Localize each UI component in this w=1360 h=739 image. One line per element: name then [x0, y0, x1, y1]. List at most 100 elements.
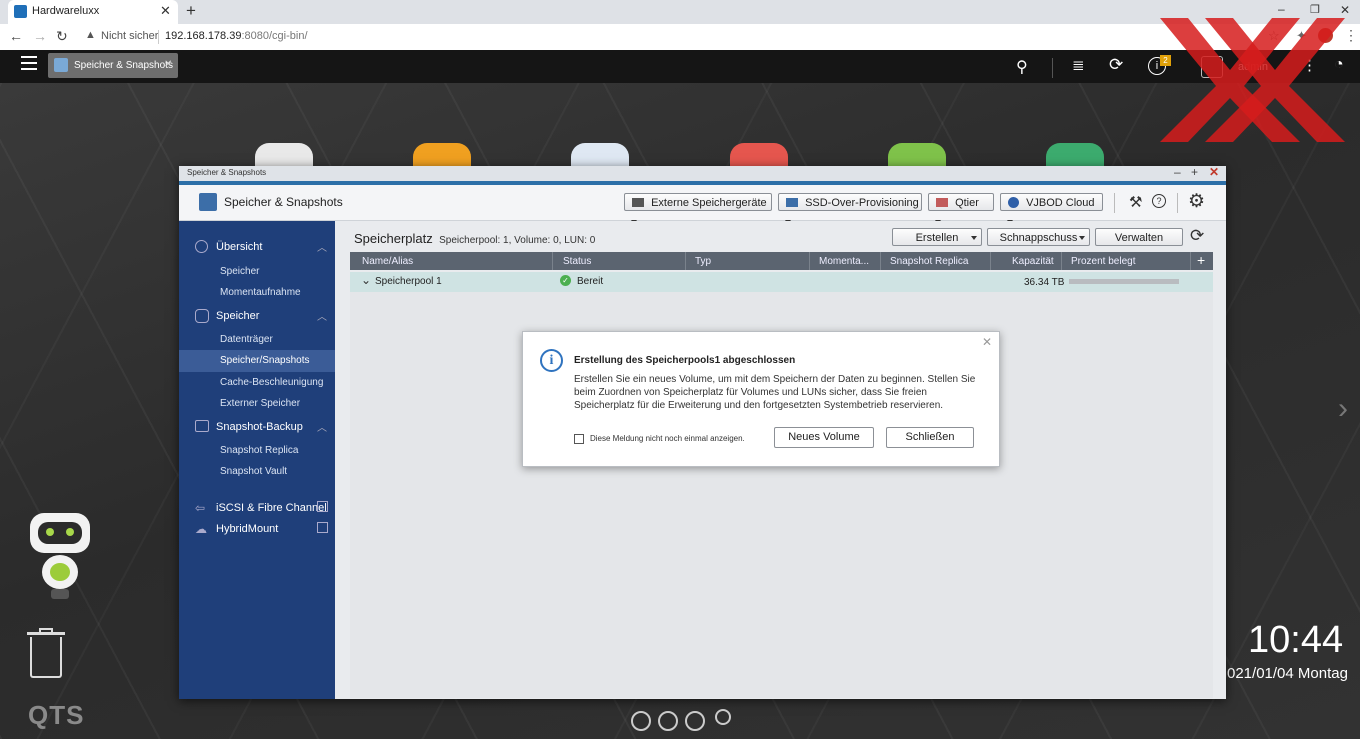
sidebar-item-cache[interactable]: Cache-Beschleunigung	[220, 377, 323, 388]
settings-gear-icon[interactable]: ⚙	[1188, 190, 1205, 213]
window-titlebar[interactable]: Speicher & Snapshots – + ✕	[179, 165, 1226, 181]
address-bar: ← → ↻ ▲ Nicht sicher 192.168.178.39:8080…	[0, 24, 1360, 51]
completion-dialog: ✕ i Erstellung des Speicherpools1 abgesc…	[522, 331, 1000, 467]
chevron-up-icon[interactable]: ︿	[317, 419, 327, 434]
sidebar-link-iscsi[interactable]: iSCSI & Fibre Channel	[216, 502, 327, 514]
snapshot-dropdown-button[interactable]: Schnappschuss	[987, 228, 1090, 246]
column-header-name[interactable]: Name/Alias	[362, 256, 413, 267]
new-tab-button[interactable]: +	[186, 1, 196, 21]
sidebar-section-storage[interactable]: Speicher	[216, 310, 259, 322]
dialog-message: Erstellen Sie ein neues Volume, um mit d…	[574, 374, 976, 411]
storage-summary: Speicherpool: 1, Volume: 0, LUN: 0	[439, 235, 596, 246]
column-header-capacity[interactable]: Kapazität	[1012, 256, 1054, 267]
close-window-icon[interactable]: ✕	[1340, 3, 1350, 17]
window-close-icon[interactable]: ✕	[1209, 165, 1219, 179]
header-divider	[1114, 193, 1115, 213]
help-icon[interactable]: ?	[1152, 194, 1166, 208]
dock-icon-1[interactable]	[631, 711, 651, 731]
qtier-dropdown[interactable]: Qtier	[928, 193, 994, 224]
dont-show-checkbox[interactable]	[574, 434, 584, 444]
next-desktop-arrow-icon[interactable]: ›	[1338, 392, 1348, 426]
dock-icon-2[interactable]	[658, 711, 678, 731]
external-storage-icon	[632, 198, 644, 207]
diagnostics-icon[interactable]: ⚒	[1129, 193, 1142, 211]
dock-icon-3[interactable]	[685, 711, 705, 731]
storage-header-icon	[199, 193, 217, 211]
window-maximize-icon[interactable]: +	[1191, 165, 1198, 179]
column-header-status[interactable]: Status	[563, 256, 591, 267]
security-label[interactable]: Nicht sicher	[101, 30, 158, 42]
storage-app-icon	[54, 58, 68, 72]
sidebar-item-external-storage[interactable]: Externer Speicher	[220, 398, 300, 409]
dont-show-label[interactable]: Diese Meldung nicht noch einmal anzeigen…	[590, 434, 745, 443]
column-header-percent[interactable]: Prozent belegt	[1071, 256, 1136, 267]
chevron-up-icon[interactable]: ︿	[317, 308, 327, 323]
external-link-icon[interactable]	[317, 522, 328, 533]
sync-icon[interactable]: ⟳	[1109, 55, 1123, 75]
dialog-close-icon[interactable]: ✕	[982, 335, 992, 349]
search-icon[interactable]: ⚲	[1016, 57, 1028, 77]
add-column-icon[interactable]: +	[1197, 252, 1205, 268]
column-divider	[552, 252, 553, 270]
browser-menu-icon[interactable]: ⋮	[1344, 27, 1358, 44]
tab-title: Hardwareluxx	[32, 5, 100, 17]
sidebar-section-snapshot-backup[interactable]: Snapshot-Backup	[216, 421, 303, 433]
favicon-icon	[14, 5, 27, 18]
column-header-replica[interactable]: Snapshot Replica	[890, 256, 968, 267]
sidebar-item-datentraeger[interactable]: Datenträger	[220, 334, 273, 345]
ssd-icon	[786, 198, 798, 207]
create-dropdown-button[interactable]: Erstellen	[892, 228, 982, 246]
column-header-type[interactable]: Typ	[695, 256, 711, 267]
manage-button[interactable]: Verwalten	[1095, 228, 1183, 246]
qtier-icon	[936, 198, 948, 207]
browser-tabstrip: Hardwareluxx ✕ + – ❐ ✕	[0, 0, 1360, 24]
sidebar-item-momentaufnahme[interactable]: Momentaufnahme	[220, 287, 301, 298]
refresh-icon[interactable]: ⟳	[1190, 226, 1204, 246]
task-stack-icon[interactable]: ≣	[1072, 56, 1085, 74]
close-button[interactable]: Schließen	[886, 427, 974, 448]
sidebar-section-overview[interactable]: Übersicht	[216, 241, 262, 253]
trash-icon[interactable]	[27, 628, 65, 678]
dock-icon-4[interactable]	[715, 709, 731, 725]
app-tab-close-icon[interactable]: ✕	[164, 59, 172, 70]
header-title: Speicher & Snapshots	[224, 195, 343, 209]
hamburger-menu-icon[interactable]	[21, 56, 37, 70]
sidebar-link-hybridmount[interactable]: HybridMount	[216, 523, 278, 535]
window-minimize-icon[interactable]: –	[1174, 165, 1181, 179]
browser-tab[interactable]: Hardwareluxx ✕	[8, 0, 178, 24]
url-field[interactable]: 192.168.178.39:8080/cgi-bin/	[165, 30, 308, 42]
maximize-window-icon[interactable]: ❐	[1310, 3, 1320, 16]
column-header-momentary[interactable]: Momenta...	[819, 256, 869, 267]
vjbod-label: VJBOD Cloud	[1026, 197, 1095, 209]
header-divider-2	[1177, 193, 1178, 213]
column-divider	[990, 252, 991, 270]
new-volume-button[interactable]: Neues Volume	[774, 427, 874, 448]
chevron-up-icon[interactable]: ︿	[317, 239, 327, 254]
forward-icon[interactable]: →	[33, 28, 47, 44]
dock-icons	[631, 709, 735, 731]
sidebar-item-snapshot-replica[interactable]: Snapshot Replica	[220, 445, 298, 456]
url-divider	[158, 30, 159, 44]
vjbod-cloud-dropdown[interactable]: VJBOD Cloud	[1000, 193, 1103, 224]
warning-icon: ▲	[85, 29, 96, 41]
ssd-overprovisioning-dropdown[interactable]: SSD-Over-Provisioning	[778, 193, 922, 224]
sidebar-item-snapshot-vault[interactable]: Snapshot Vault	[220, 466, 287, 477]
tab-close-icon[interactable]: ✕	[160, 3, 171, 19]
active-app-tab[interactable]: Speicher & Snapshots ✕	[48, 53, 178, 78]
hybridmount-icon: ☁	[195, 522, 207, 536]
external-storage-dropdown[interactable]: Externe Speichergeräte	[624, 193, 772, 224]
dialog-title: Erstellung des Speicherpools1 abgeschlos…	[574, 355, 796, 366]
pool-name: Speicherpool 1	[375, 276, 442, 287]
table-row[interactable]: ⌄ Speicherpool 1 ✓ Bereit 36.34 TB	[350, 272, 1213, 292]
qboost-robot-icon[interactable]	[24, 513, 96, 601]
minimize-window-icon[interactable]: –	[1278, 2, 1285, 16]
expand-chevron-icon[interactable]: ⌄	[361, 273, 371, 287]
external-link-icon[interactable]	[317, 501, 328, 512]
sidebar-item-speicher[interactable]: Speicher	[220, 266, 259, 277]
snapshot-label: Schnappschuss	[999, 232, 1078, 244]
reload-icon[interactable]: ↻	[56, 28, 68, 45]
desktop-clock: 10:44	[1248, 619, 1344, 661]
sidebar-item-storage-snapshots[interactable]: Speicher/Snapshots	[220, 355, 310, 366]
chevron-down-icon	[971, 236, 977, 240]
back-icon[interactable]: ←	[9, 28, 23, 44]
